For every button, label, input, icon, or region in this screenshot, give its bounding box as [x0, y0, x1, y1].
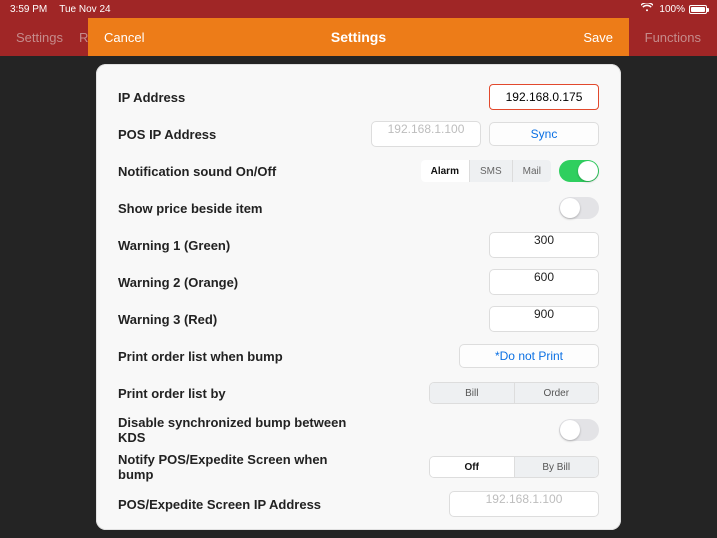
- seg-alarm[interactable]: Alarm: [421, 160, 470, 182]
- seg-sms[interactable]: SMS: [470, 160, 513, 182]
- status-time: 3:59 PM: [10, 4, 47, 15]
- modal-header: Cancel Settings Save: [88, 18, 629, 56]
- w1-input[interactable]: 300: [489, 232, 599, 258]
- save-button[interactable]: Save: [583, 30, 613, 45]
- printbump-button[interactable]: *Do not Print: [459, 344, 599, 368]
- status-date: Tue Nov 24: [59, 4, 110, 15]
- notifypos-segmented[interactable]: Off By Bill: [429, 456, 599, 478]
- label-w2: Warning 2 (Orange): [118, 275, 354, 290]
- wifi-icon: [641, 3, 653, 15]
- nav-settings[interactable]: Settings: [16, 30, 63, 45]
- disablesync-toggle[interactable]: [559, 419, 599, 441]
- expip-input[interactable]: 192.168.1.100: [449, 491, 599, 517]
- cancel-button[interactable]: Cancel: [104, 30, 144, 45]
- printby-segmented[interactable]: Bill Order: [429, 382, 599, 404]
- label-pos-ip: POS IP Address: [118, 127, 354, 142]
- label-ip: IP Address: [118, 90, 354, 105]
- pos-ip-input[interactable]: 192.168.1.100: [371, 121, 481, 147]
- settings-modal: Cancel Settings Save IP Address 192.168.…: [88, 18, 629, 538]
- label-notifypos: Notify POS/Expedite Screen when bump: [118, 452, 354, 482]
- label-printby: Print order list by: [118, 386, 354, 401]
- label-w1: Warning 1 (Green): [118, 238, 354, 253]
- modal-title: Settings: [88, 29, 629, 45]
- sync-button[interactable]: Sync: [489, 122, 599, 146]
- label-w3: Warning 3 (Red): [118, 312, 354, 327]
- seg-bill[interactable]: Bill: [430, 383, 514, 403]
- nav-functions[interactable]: Functions: [645, 30, 701, 45]
- seg-off[interactable]: Off: [430, 457, 514, 477]
- w2-input[interactable]: 600: [489, 269, 599, 295]
- showprice-toggle[interactable]: [559, 197, 599, 219]
- battery-indicator: 100%: [659, 4, 707, 15]
- label-showprice: Show price beside item: [118, 201, 354, 216]
- seg-order[interactable]: Order: [514, 383, 599, 403]
- battery-percent: 100%: [659, 4, 685, 15]
- seg-mail[interactable]: Mail: [513, 160, 551, 182]
- label-notif: Notification sound On/Off: [118, 164, 354, 179]
- notif-segmented[interactable]: Alarm SMS Mail: [421, 160, 551, 182]
- seg-bybill[interactable]: By Bill: [514, 457, 599, 477]
- ip-value[interactable]: 192.168.0.175: [489, 84, 599, 110]
- notif-toggle[interactable]: [559, 160, 599, 182]
- label-printbump: Print order list when bump: [118, 349, 354, 364]
- label-disablesync: Disable synchronized bump between KDS: [118, 415, 354, 445]
- label-expip: POS/Expedite Screen IP Address: [118, 497, 354, 512]
- status-bar: 3:59 PM Tue Nov 24 100%: [0, 0, 717, 18]
- w3-input[interactable]: 900: [489, 306, 599, 332]
- modal-body: IP Address 192.168.0.175 POS IP Address …: [96, 64, 621, 530]
